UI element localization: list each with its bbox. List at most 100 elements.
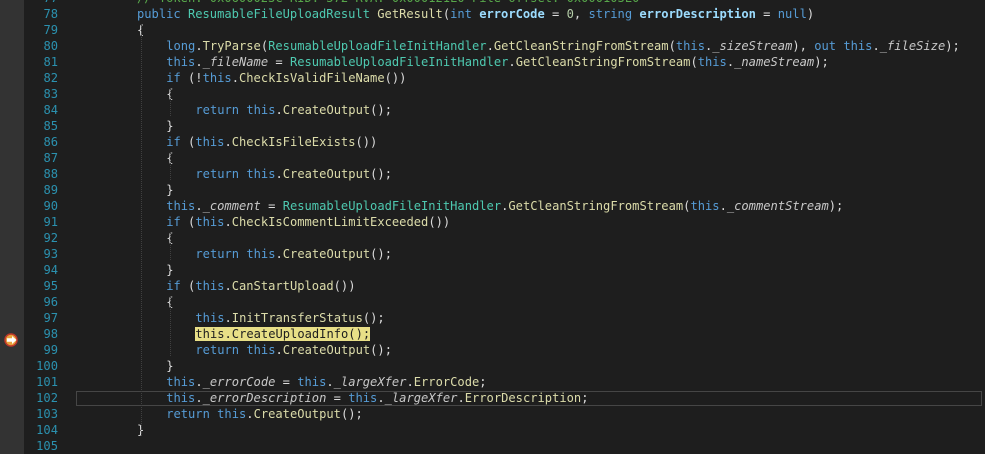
code-token: ResumableFileUploadResult bbox=[187, 7, 378, 21]
code-line[interactable]: 85} bbox=[0, 118, 985, 134]
code-token: ( bbox=[668, 39, 676, 53]
line-number: 100 bbox=[36, 359, 58, 373]
code-token: ) bbox=[806, 7, 815, 21]
code-token: . bbox=[457, 391, 465, 405]
code-line[interactable]: 89} bbox=[0, 182, 985, 198]
code-line[interactable]: 93 return this.CreateOutput(); bbox=[0, 246, 985, 262]
code-token: _fileSize bbox=[879, 39, 946, 53]
code-token: return bbox=[195, 103, 247, 117]
code-token: 0 bbox=[566, 7, 574, 21]
line-number: 88 bbox=[43, 167, 58, 181]
code-line[interactable]: 80 long.TryParse(ResumableUploadFileInitH… bbox=[0, 38, 985, 54]
code-token: . bbox=[486, 39, 494, 53]
code-token: (); bbox=[362, 311, 385, 325]
code-token: return bbox=[195, 247, 247, 261]
line-number: 97 bbox=[43, 311, 58, 325]
code-editor[interactable]: 77// Token: 0x0600023C RID: 572 RVA: 0x0… bbox=[0, 0, 985, 454]
code-token: this bbox=[217, 407, 247, 421]
code-line[interactable]: 82 if (!this.CheckIsValidFileName()) bbox=[0, 70, 985, 86]
code-text: this._comment = ResumableUploadFileInitH… bbox=[166, 198, 843, 214]
line-number: 101 bbox=[36, 375, 58, 389]
code-token: } bbox=[166, 183, 174, 197]
code-token: this bbox=[297, 375, 327, 389]
code-token: = bbox=[544, 7, 567, 21]
code-text: if (this.CheckIsFileExists()) bbox=[166, 134, 377, 150]
code-line[interactable]: 103 return this.CreateOutput(); bbox=[0, 406, 985, 422]
line-number: 105 bbox=[36, 439, 58, 453]
code-token: . bbox=[406, 375, 414, 389]
code-token: this bbox=[246, 343, 276, 357]
code-line[interactable]: 91 if (this.CheckIsCommentLimitExceeded()… bbox=[0, 214, 985, 230]
line-number: 89 bbox=[43, 183, 58, 197]
code-token: (); bbox=[370, 167, 392, 181]
code-token: string bbox=[588, 7, 640, 21]
code-line[interactable]: 97 this.InitTransferStatus(); bbox=[0, 310, 985, 326]
code-line[interactable]: 104} bbox=[0, 422, 985, 438]
line-number: 81 bbox=[43, 55, 58, 69]
code-text: if (this.CheckIsCommentLimitExceeded()) bbox=[166, 214, 450, 230]
line-number: 91 bbox=[43, 215, 58, 229]
code-text: return this.CreateOutput(); bbox=[195, 102, 392, 118]
code-token: . bbox=[195, 39, 203, 53]
code-line[interactable]: 86 if (this.CheckIsFileExists()) bbox=[0, 134, 985, 150]
code-line[interactable]: 95 if (this.CanStartUpload()) bbox=[0, 278, 985, 294]
code-line[interactable]: 88 return this.CreateOutput(); bbox=[0, 166, 985, 182]
code-line[interactable]: 78 public ResumableFileUploadResult GetRe… bbox=[0, 6, 985, 22]
code-token: this bbox=[697, 55, 727, 69]
code-token: (); bbox=[370, 103, 392, 117]
code-text: if (this.CanStartUpload()) bbox=[166, 278, 355, 294]
code-line[interactable]: 79{ bbox=[0, 22, 985, 38]
code-token: CreateOutput bbox=[282, 167, 371, 181]
code-token: = bbox=[260, 199, 283, 213]
code-line[interactable]: 101 this._errorCode = this._largeXfer.Err… bbox=[0, 374, 985, 390]
code-token: . bbox=[224, 135, 232, 149]
code-token: _commentStream bbox=[726, 199, 829, 213]
code-line[interactable]: 87{ bbox=[0, 150, 985, 166]
code-token: (); bbox=[340, 407, 363, 421]
code-line[interactable]: 99 return this.CreateOutput(); bbox=[0, 342, 985, 358]
code-line[interactable]: 92{ bbox=[0, 230, 985, 246]
code-text: } bbox=[166, 358, 173, 374]
code-line[interactable]: 100} bbox=[0, 358, 985, 374]
code-token: , bbox=[573, 7, 589, 21]
indent-guide bbox=[141, 24, 142, 436]
code-token: this bbox=[195, 279, 225, 293]
code-token: this bbox=[348, 391, 378, 405]
code-line[interactable]: 90 this._comment = ResumableUploadFileIni… bbox=[0, 198, 985, 214]
code-line[interactable]: 102 this._errorDescription = this._largeX… bbox=[0, 390, 985, 406]
line-number: 94 bbox=[43, 263, 58, 277]
code-line[interactable]: 98 this.CreateUploadInfo(); bbox=[0, 326, 985, 342]
line-number: 102 bbox=[36, 391, 58, 405]
line-number: 92 bbox=[43, 231, 58, 245]
code-token: this bbox=[843, 39, 873, 53]
code-token: CreateOutput bbox=[282, 103, 371, 117]
code-token: this bbox=[166, 375, 196, 389]
code-token: GetCleanStringFromStream bbox=[515, 55, 691, 69]
code-token: long bbox=[166, 39, 196, 53]
code-line[interactable]: 81 this._fileName = ResumableUploadFileIn… bbox=[0, 54, 985, 70]
code-text: if (!this.CheckIsValidFileName()) bbox=[166, 70, 406, 86]
code-token: ResumableUploadFileInitHandler bbox=[268, 39, 487, 53]
code-token: this bbox=[246, 247, 276, 261]
code-token: if bbox=[166, 135, 189, 149]
code-token: return bbox=[166, 407, 218, 421]
code-token: . bbox=[195, 375, 203, 389]
code-token: . bbox=[195, 199, 203, 213]
current-statement-arrow-icon[interactable] bbox=[4, 333, 20, 347]
code-token: = bbox=[268, 55, 290, 69]
code-token: _largeXfer bbox=[384, 391, 458, 405]
code-token: CheckIsValidFileName bbox=[239, 71, 385, 85]
code-line[interactable]: 96{ bbox=[0, 294, 985, 310]
code-text: return this.CreateOutput(); bbox=[195, 166, 392, 182]
code-line[interactable]: 105 bbox=[0, 438, 985, 454]
code-token: ( bbox=[690, 55, 698, 69]
code-text: this._fileName = ResumableUploadFileInit… bbox=[166, 54, 829, 70]
code-text: this._errorDescription = this._largeXfer… bbox=[166, 390, 588, 406]
code-line[interactable]: 94} bbox=[0, 262, 985, 278]
code-token: . bbox=[377, 391, 385, 405]
line-number: 87 bbox=[43, 151, 58, 165]
code-token: . bbox=[872, 39, 880, 53]
code-token: ResumableUploadFileInitHandler bbox=[289, 55, 509, 69]
code-line[interactable]: 84 return this.CreateOutput(); bbox=[0, 102, 985, 118]
code-line[interactable]: 83{ bbox=[0, 86, 985, 102]
